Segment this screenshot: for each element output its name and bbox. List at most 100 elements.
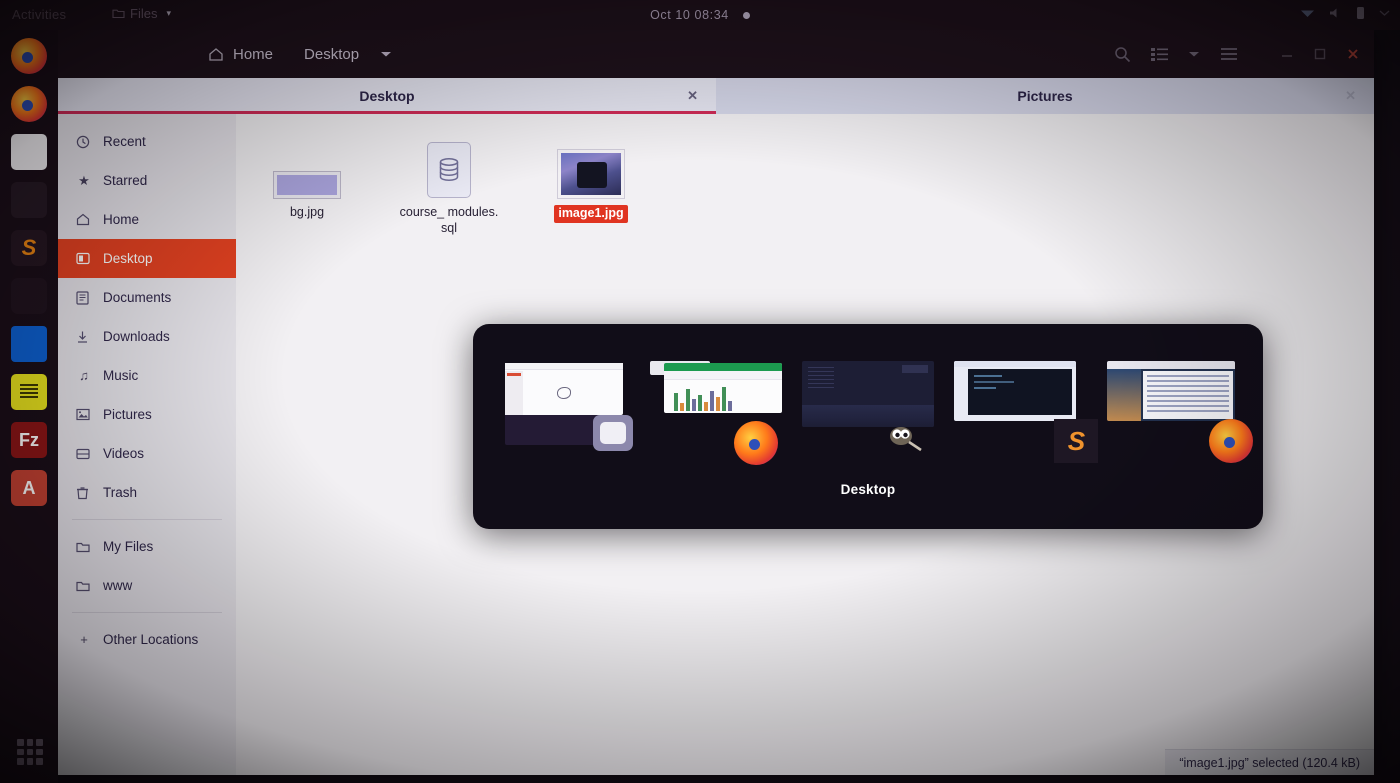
tab-desktop-close-icon[interactable]: ✕ (687, 88, 698, 104)
dock-item-firefox[interactable] (11, 38, 47, 74)
trash-icon (76, 486, 92, 500)
sidebar-item-label: Downloads (103, 329, 170, 344)
dock: S Fz A (0, 30, 58, 783)
dock-item-screenshot[interactable] (11, 278, 47, 314)
minimize-button[interactable] (1280, 49, 1294, 59)
list-view-icon[interactable] (1151, 47, 1168, 62)
window-previews: S (473, 324, 1263, 482)
dock-item-files[interactable] (11, 134, 47, 170)
grid-dot (26, 739, 34, 746)
sidebar-item-pictures[interactable]: Pictures (58, 395, 236, 434)
gimp-icon (882, 417, 926, 461)
breadcrumb-home[interactable]: Home (233, 46, 273, 63)
picture-icon (76, 408, 92, 421)
download-icon (76, 330, 92, 344)
maximize-button[interactable] (1314, 48, 1326, 60)
status-bar: “image1.jpg” selected (120.4 kB) (1165, 749, 1374, 775)
grid-dot (36, 739, 43, 746)
sidebar-item-label: Desktop (103, 251, 153, 266)
sidebar-divider (72, 612, 222, 613)
tab-pictures-label: Pictures (1017, 88, 1073, 104)
grid-dot (36, 758, 43, 765)
dock-item-anaconda[interactable]: A (11, 470, 47, 506)
sidebar-item-starred[interactable]: ★ Starred (58, 161, 236, 200)
grid-dot (17, 748, 24, 756)
sidebar-item-music[interactable]: ♫ Music (58, 356, 236, 395)
dock-item-filezilla[interactable]: Fz (11, 422, 47, 458)
sidebar-item-my-files[interactable]: My Files (58, 527, 236, 566)
network-icon (1300, 7, 1315, 19)
filezilla-icon: Fz (19, 429, 39, 450)
sidebar-item-label: My Files (103, 539, 154, 554)
sidebar-item-recent[interactable]: Recent (58, 122, 236, 161)
dock-item-sublime-text[interactable]: S (11, 230, 47, 266)
grid-dot (17, 739, 24, 746)
hamburger-menu-icon[interactable] (1220, 47, 1238, 61)
sidebar-item-other-locations[interactable]: + Other Locations (58, 620, 236, 659)
sidebar: Recent ★ Starred Home Desktop Documents … (58, 114, 236, 775)
notification-dot (742, 12, 750, 20)
grid-dot (26, 758, 34, 765)
home-icon[interactable] (208, 47, 224, 62)
lines-icon (20, 384, 38, 398)
sidebar-item-label: Pictures (103, 407, 152, 422)
plus-icon: + (80, 632, 88, 647)
sidebar-item-trash[interactable]: Trash (58, 473, 236, 512)
window-preview-firefox[interactable] (1106, 359, 1253, 463)
folder-icon (76, 580, 92, 592)
grid-dot (36, 748, 43, 756)
file-list-view[interactable]: bg.jpg course_ modules. sql image1.jpg S… (236, 114, 1374, 775)
clock-icon (76, 135, 92, 149)
search-icon[interactable] (1114, 46, 1131, 63)
file-item-bg[interactable]: bg.jpg (256, 136, 358, 236)
sidebar-item-documents[interactable]: Documents (58, 278, 236, 317)
clock-label: Oct 10 08:34 (650, 8, 729, 22)
battery-icon (1356, 6, 1365, 20)
file-name: image1.jpg (554, 205, 628, 223)
document-icon (76, 290, 92, 305)
file-item-course-modules-sql[interactable]: course_ modules. sql (398, 136, 500, 236)
screen: Activities Files ▾ Oct 10 08:34 S Fz A H… (0, 0, 1400, 783)
system-status-area[interactable] (1300, 6, 1390, 20)
sidebar-item-desktop[interactable]: Desktop (58, 239, 236, 278)
tab-pictures[interactable]: Pictures ✕ (716, 78, 1374, 114)
tab-desktop[interactable]: Desktop ✕ (58, 78, 716, 114)
sidebar-item-downloads[interactable]: Downloads (58, 317, 236, 356)
window-switcher-overlay[interactable]: S Desktop (473, 324, 1263, 529)
sidebar-item-www[interactable]: www (58, 566, 236, 605)
sublime-icon: S (1054, 419, 1099, 463)
clock[interactable]: Oct 10 08:34 (0, 8, 1400, 22)
files-window: Home Desktop Desktop ✕ Pictures ✕ Recent… (58, 30, 1374, 775)
view-options-chevron-icon[interactable] (1188, 50, 1200, 58)
file-name-wrapper: image1.jpg (540, 198, 642, 223)
sidebar-item-home[interactable]: Home (58, 200, 236, 239)
image-thumbnail (540, 136, 642, 199)
sidebar-item-label: Trash (103, 485, 138, 500)
home-icon (76, 213, 92, 226)
close-button[interactable] (1346, 47, 1360, 61)
status-text: “image1.jpg” selected (120.4 kB) (1179, 755, 1360, 770)
image-thumbnail (256, 136, 358, 199)
header-actions (1114, 46, 1374, 63)
sidebar-item-label: Recent (103, 134, 146, 149)
firefox-icon (733, 421, 778, 465)
chevron-down-icon[interactable] (380, 50, 392, 58)
dock-item-firefox-dev[interactable] (11, 86, 47, 122)
sidebar-item-videos[interactable]: Videos (58, 434, 236, 473)
tab-pictures-close-icon[interactable]: ✕ (1345, 88, 1356, 104)
window-titlebar: Home Desktop (58, 30, 1374, 78)
show-applications-button[interactable] (17, 739, 43, 765)
window-preview-files[interactable] (497, 359, 634, 451)
window-preview-libreoffice[interactable] (649, 359, 782, 465)
window-preview-sublime[interactable]: S (954, 359, 1099, 463)
dock-item-vscode[interactable] (11, 326, 47, 362)
chevron-down-icon (1379, 9, 1390, 17)
music-note-icon: ♫ (79, 368, 89, 383)
file-item-image1[interactable]: image1.jpg (540, 136, 642, 236)
file-name: bg.jpg (289, 205, 325, 219)
window-preview-gimp[interactable] (801, 359, 934, 452)
file-grid: bg.jpg course_ modules. sql image1.jpg (236, 114, 1374, 236)
grid-dot (17, 758, 24, 765)
dock-item-terminal[interactable] (11, 182, 47, 218)
breadcrumb-desktop[interactable]: Desktop (304, 46, 359, 63)
